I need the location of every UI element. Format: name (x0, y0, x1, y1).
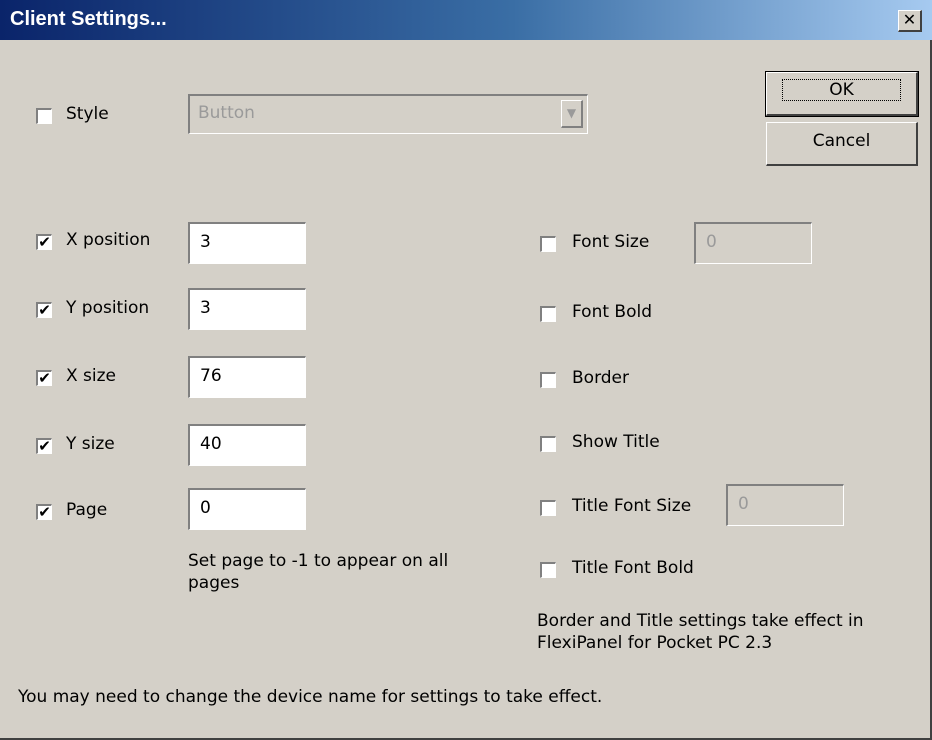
page-field[interactable]: 0 (188, 488, 306, 530)
show-title-checkbox[interactable] (540, 436, 556, 452)
y-position-label: Y position (66, 298, 150, 318)
client-settings-dialog: Client Settings... ✕ Style Button ▼ OK C… (0, 0, 932, 740)
border-checkbox[interactable] (540, 372, 556, 388)
close-button[interactable]: ✕ (898, 10, 922, 32)
x-size-checkbox[interactable]: ✔ (36, 370, 52, 386)
show-title-label: Show Title (572, 432, 660, 452)
check-icon: ✔ (38, 437, 51, 455)
ok-button-label: OK (782, 79, 901, 101)
ok-button[interactable]: OK (765, 71, 919, 117)
check-icon: ✔ (38, 301, 51, 319)
cancel-button-label: Cancel (812, 131, 871, 151)
font-bold-checkbox[interactable] (540, 306, 556, 322)
footer-note: You may need to change the device name f… (18, 687, 603, 707)
x-position-label: X position (66, 230, 151, 250)
x-size-field[interactable]: 76 (188, 356, 306, 398)
style-label: Style (66, 104, 109, 124)
style-combo[interactable]: Button ▼ (188, 94, 588, 134)
cancel-button[interactable]: Cancel (766, 122, 918, 166)
title-bar[interactable]: Client Settings... ✕ (0, 0, 932, 40)
y-position-field[interactable]: 3 (188, 288, 306, 330)
check-icon: ✔ (38, 369, 51, 387)
close-icon: ✕ (902, 10, 917, 29)
chevron-down-icon[interactable]: ▼ (561, 100, 583, 128)
title-font-size-field: 0 (726, 484, 844, 526)
style-checkbox[interactable] (36, 108, 52, 124)
border-label: Border (572, 368, 629, 388)
page-label: Page (66, 500, 108, 520)
x-position-checkbox[interactable]: ✔ (36, 234, 52, 250)
y-size-label: Y size (66, 434, 115, 454)
check-icon: ✔ (38, 503, 51, 521)
page-checkbox[interactable]: ✔ (36, 504, 52, 520)
x-size-label: X size (66, 366, 117, 386)
font-size-label: Font Size (572, 232, 650, 252)
font-size-field: 0 (694, 222, 812, 264)
style-combo-value: Button (198, 103, 255, 123)
font-size-checkbox[interactable] (540, 236, 556, 252)
y-size-checkbox[interactable]: ✔ (36, 438, 52, 454)
font-bold-label: Font Bold (572, 302, 652, 322)
check-icon: ✔ (38, 233, 51, 251)
title-font-bold-checkbox[interactable] (540, 562, 556, 578)
y-position-checkbox[interactable]: ✔ (36, 302, 52, 318)
title-font-size-checkbox[interactable] (540, 500, 556, 516)
window-title: Client Settings... (10, 8, 167, 30)
title-font-bold-label: Title Font Bold (572, 558, 694, 578)
page-note: Set page to -1 to appear on all pages (188, 551, 449, 593)
y-size-field[interactable]: 40 (188, 424, 306, 466)
border-title-note: Border and Title settings take effect in… (537, 611, 864, 653)
title-font-size-label: Title Font Size (572, 496, 692, 516)
x-position-field[interactable]: 3 (188, 222, 306, 264)
